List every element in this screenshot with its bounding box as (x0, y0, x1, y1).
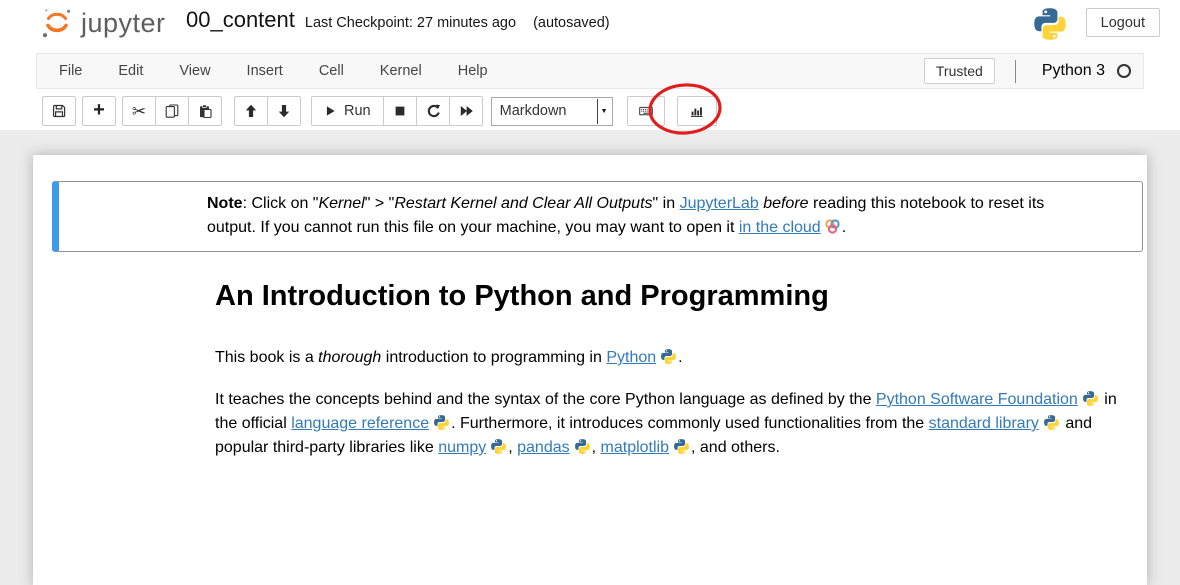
note-italic: Restart Kernel and Clear All Outputs (394, 195, 652, 212)
bar-chart-icon (689, 104, 704, 118)
add-cell-button[interactable]: + (82, 96, 116, 126)
menu-file[interactable]: File (41, 55, 100, 87)
note-callout: Note: Click on "Kernel" > "Restart Kerne… (52, 181, 1143, 252)
save-icon (52, 104, 66, 118)
menu-kernel[interactable]: Kernel (362, 55, 440, 87)
note-text: " > " (365, 195, 395, 212)
move-cell-up-button[interactable] (234, 96, 268, 126)
note-italic: before (763, 195, 808, 212)
move-cell-down-button[interactable] (267, 96, 301, 126)
add-cell-icon: + (93, 100, 105, 122)
link-jupyterlab[interactable]: JupyterLab (680, 195, 759, 212)
toolbar: + ✂ (42, 96, 717, 126)
restart-kernel-button[interactable] (416, 96, 450, 126)
paragraph-details: It teaches the concepts behind and the s… (215, 388, 1127, 460)
menu-edit[interactable]: Edit (100, 55, 161, 87)
logout-button[interactable]: Logout (1086, 8, 1160, 37)
link-python[interactable]: Python (606, 349, 656, 366)
run-label: Run (344, 103, 371, 119)
app-chrome: jupyter 00_content Last Checkpoint: 27 m… (0, 0, 1180, 130)
link-in-the-cloud[interactable]: in the cloud (739, 219, 821, 236)
divider (1015, 60, 1016, 83)
python-logo-icon (490, 438, 507, 455)
jupyter-logo[interactable]: jupyter (40, 6, 166, 40)
run-button[interactable]: Run (311, 96, 384, 126)
python-logo-icon (1032, 6, 1068, 42)
menubar-right: Trusted Python 3 (924, 58, 1143, 84)
link-pandas[interactable]: pandas (517, 439, 570, 456)
body-text: . (678, 349, 682, 366)
trusted-badge[interactable]: Trusted (924, 58, 995, 84)
kernel-idle-icon (1117, 64, 1131, 78)
fast-forward-icon (459, 104, 473, 118)
python-logo-icon (574, 438, 591, 455)
link-python-software-foundation[interactable]: Python Software Foundation (876, 391, 1078, 408)
jupyter-logo-text: jupyter (81, 8, 166, 39)
dropdown-arrow-icon: ▼ (601, 108, 608, 115)
arrow-up-icon (244, 104, 258, 118)
body-text: It teaches the concepts behind and the s… (215, 391, 876, 408)
command-palette-button[interactable] (627, 96, 665, 126)
menu-view[interactable]: View (161, 55, 228, 87)
cell-type-value: Markdown (500, 103, 567, 119)
binder-icon (824, 218, 841, 235)
note-text: : Click on " (243, 195, 319, 212)
link-language-reference[interactable]: language reference (291, 415, 429, 432)
body-text: introduction to programming in (381, 349, 606, 366)
note-text: " in (653, 195, 680, 212)
arrow-down-icon (277, 104, 291, 118)
page-title: An Introduction to Python and Programmin… (215, 280, 1123, 312)
python-logo-icon (1043, 414, 1060, 431)
jupyter-logo-icon (40, 6, 74, 40)
restart-icon (426, 104, 440, 118)
nbextension-chart-button[interactable] (677, 96, 717, 126)
dropdown-arrow-zone: ▼ (597, 99, 611, 124)
cut-button[interactable]: ✂ (122, 96, 156, 126)
play-icon (324, 105, 336, 117)
copy-icon (165, 104, 179, 118)
python-logo-icon (673, 438, 690, 455)
cut-icon: ✂ (132, 103, 146, 120)
interrupt-kernel-button[interactable] (383, 96, 417, 126)
link-standard-library[interactable]: standard library (929, 415, 1039, 432)
menu-help[interactable]: Help (440, 55, 506, 87)
body-text: , (592, 439, 601, 456)
menubar: File Edit View Insert Cell Kernel Help T… (36, 53, 1144, 89)
stop-icon (393, 104, 407, 118)
paste-icon (198, 104, 212, 118)
kernel-name: Python 3 (1042, 62, 1105, 80)
save-button[interactable] (42, 96, 76, 126)
restart-run-all-button[interactable] (449, 96, 483, 126)
titlebar: 00_content Last Checkpoint: 27 minutes a… (186, 7, 610, 33)
cell-type-dropdown[interactable]: Markdown ▼ (491, 97, 613, 126)
body-italic: thorough (318, 349, 381, 366)
link-numpy[interactable]: numpy (438, 439, 486, 456)
body-text: . Furthermore, it introduces commonly us… (451, 415, 929, 432)
menu-cell[interactable]: Cell (301, 55, 362, 87)
body-text: This book is a (215, 349, 318, 366)
python-logo-icon (433, 414, 450, 431)
notebook-title[interactable]: 00_content (186, 7, 295, 33)
python-logo-icon (1082, 390, 1099, 407)
copy-button[interactable] (155, 96, 189, 126)
note-text: . (842, 219, 846, 236)
paragraph-intro: This book is a thorough introduction to … (215, 346, 1123, 370)
autosave-status: (autosaved) (533, 15, 610, 31)
checkpoint-status: Last Checkpoint: 27 minutes ago (305, 15, 516, 31)
keyboard-icon (638, 104, 654, 118)
note-italic: Kernel (318, 195, 364, 212)
link-matplotlib[interactable]: matplotlib (601, 439, 669, 456)
body-text: , and others. (691, 439, 780, 456)
python-logo-icon (660, 348, 677, 365)
body-text: , (508, 439, 517, 456)
menu-list: File Edit View Insert Cell Kernel Help (41, 55, 506, 87)
menu-insert[interactable]: Insert (229, 55, 301, 87)
notebook-page: Note: Click on "Kernel" > "Restart Kerne… (33, 155, 1147, 585)
paste-button[interactable] (188, 96, 222, 126)
note-bold: Note (207, 195, 243, 212)
